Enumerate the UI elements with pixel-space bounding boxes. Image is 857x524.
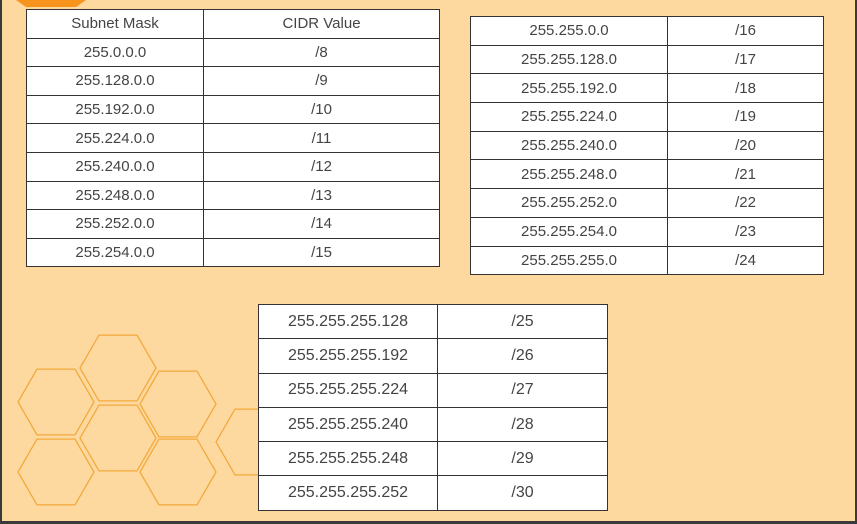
table-row: 255.254.0.0/15 bbox=[26, 237, 440, 268]
table-row: 255.252.0.0/14 bbox=[26, 209, 440, 239]
cidr-value-cell: /14 bbox=[203, 209, 440, 239]
cidr-value-cell: /9 bbox=[203, 66, 440, 96]
cidr-value-cell: /11 bbox=[203, 123, 440, 153]
subnet-mask-cell: 255.255.0.0 bbox=[470, 16, 668, 46]
table-row: 255.255.255.192/26 bbox=[258, 338, 608, 374]
cidr-value-cell: /25 bbox=[437, 303, 608, 340]
table-row: 255.255.252.0/22 bbox=[470, 188, 824, 218]
cidr-value-cell: /18 bbox=[667, 73, 824, 104]
cidr-value-cell: /16 bbox=[667, 16, 824, 46]
subnet-mask-cell: 255.255.224.0 bbox=[470, 102, 668, 132]
table-row: 255.255.240.0/20 bbox=[470, 130, 824, 161]
table-row: 255.255.255.240/28 bbox=[258, 406, 608, 443]
table-row: 255.255.0.0/16 bbox=[470, 16, 824, 46]
cidr-value-cell: /10 bbox=[203, 94, 440, 125]
subnet-mask-cell: 255.255.255.0 bbox=[470, 245, 668, 276]
subnet-table-1: Subnet Mask CIDR Value 255.0.0.0/8 255.12… bbox=[26, 9, 440, 268]
cidr-value-cell: /19 bbox=[667, 102, 824, 132]
subnet-table-3: 255.255.255.128/25 255.255.255.192/26 255.… bbox=[258, 303, 608, 511]
cidr-value-header: CIDR Value bbox=[203, 9, 440, 39]
table-row: 255.255.254.0/23 bbox=[470, 216, 824, 247]
cidr-value-cell: /26 bbox=[437, 338, 608, 374]
cidr-value-cell: /24 bbox=[667, 245, 824, 276]
table-header-row: Subnet Mask CIDR Value bbox=[26, 9, 440, 39]
table-row: 255.255.255.248/29 bbox=[258, 441, 608, 477]
cidr-value-cell: /23 bbox=[667, 216, 824, 247]
hexagon-shape bbox=[79, 334, 157, 402]
subnet-mask-cell: 255.240.0.0 bbox=[26, 151, 204, 182]
cidr-value-cell: /28 bbox=[437, 406, 608, 443]
table-row: 255.224.0.0/11 bbox=[26, 123, 440, 153]
table-row: 255.255.255.252/30 bbox=[258, 475, 608, 511]
subnet-mask-header: Subnet Mask bbox=[26, 9, 204, 39]
subnet-mask-cell: 255.255.254.0 bbox=[470, 216, 668, 247]
cidr-value-cell: /15 bbox=[203, 237, 440, 268]
subnet-mask-cell: 255.255.255.252 bbox=[258, 475, 438, 511]
subnet-mask-cell: 255.255.255.128 bbox=[258, 303, 438, 340]
table-row: 255.0.0.0/8 bbox=[26, 37, 440, 68]
table-row: 255.255.224.0/19 bbox=[470, 102, 824, 132]
table-row: 255.192.0.0/10 bbox=[26, 94, 440, 125]
subnet-mask-cell: 255.255.192.0 bbox=[470, 73, 668, 104]
subnet-mask-cell: 255.255.128.0 bbox=[470, 44, 668, 75]
cidr-value-cell: /27 bbox=[437, 372, 608, 408]
table-row: 255.255.192.0/18 bbox=[470, 73, 824, 104]
subnet-mask-cell: 255.255.248.0 bbox=[470, 159, 668, 190]
subnet-mask-cell: 255.224.0.0 bbox=[26, 123, 204, 153]
hexagon-shape bbox=[17, 368, 95, 436]
table-row: 255.255.128.0/17 bbox=[470, 44, 824, 75]
subnet-mask-cell: 255.254.0.0 bbox=[26, 237, 204, 268]
cidr-value-cell: /12 bbox=[203, 151, 440, 182]
cidr-value-cell: /13 bbox=[203, 180, 440, 211]
subnet-mask-cell: 255.248.0.0 bbox=[26, 180, 204, 211]
subnet-mask-cell: 255.255.255.192 bbox=[258, 338, 438, 374]
table-row: 255.248.0.0/13 bbox=[26, 180, 440, 211]
subnet-mask-cell: 255.252.0.0 bbox=[26, 209, 204, 239]
table-row: 255.240.0.0/12 bbox=[26, 151, 440, 182]
table-row: 255.255.248.0/21 bbox=[470, 159, 824, 190]
subnet-mask-cell: 255.255.240.0 bbox=[470, 130, 668, 161]
table-row: 255.255.255.224/27 bbox=[258, 372, 608, 408]
cidr-value-cell: /21 bbox=[667, 159, 824, 190]
cidr-value-cell: /20 bbox=[667, 130, 824, 161]
table-row: 255.255.255.0/24 bbox=[470, 245, 824, 276]
cidr-value-cell: /17 bbox=[667, 44, 824, 75]
corner-accent-shape bbox=[16, 0, 86, 7]
hexagon-shape bbox=[79, 404, 157, 472]
subnet-mask-cell: 255.128.0.0 bbox=[26, 66, 204, 96]
cidr-value-cell: /30 bbox=[437, 475, 608, 511]
hexagon-shape bbox=[17, 438, 95, 506]
hexagon-shape bbox=[139, 370, 217, 438]
subnet-mask-cell: 255.255.255.248 bbox=[258, 441, 438, 477]
subnet-mask-cell: 255.192.0.0 bbox=[26, 94, 204, 125]
subnet-table-2: 255.255.0.0/16 255.255.128.0/17 255.255.19… bbox=[470, 16, 824, 276]
cidr-value-cell: /8 bbox=[203, 37, 440, 68]
cidr-value-cell: /22 bbox=[667, 188, 824, 218]
hexagon-shape bbox=[139, 438, 217, 506]
table-row: 255.128.0.0/9 bbox=[26, 66, 440, 96]
slide-canvas: Subnet Mask CIDR Value 255.0.0.0/8 255.12… bbox=[0, 0, 857, 524]
subnet-mask-cell: 255.255.255.240 bbox=[258, 406, 438, 443]
subnet-mask-cell: 255.0.0.0 bbox=[26, 37, 204, 68]
table-row: 255.255.255.128/25 bbox=[258, 303, 608, 340]
subnet-mask-cell: 255.255.255.224 bbox=[258, 372, 438, 408]
cidr-value-cell: /29 bbox=[437, 441, 608, 477]
subnet-mask-cell: 255.255.252.0 bbox=[470, 188, 668, 218]
